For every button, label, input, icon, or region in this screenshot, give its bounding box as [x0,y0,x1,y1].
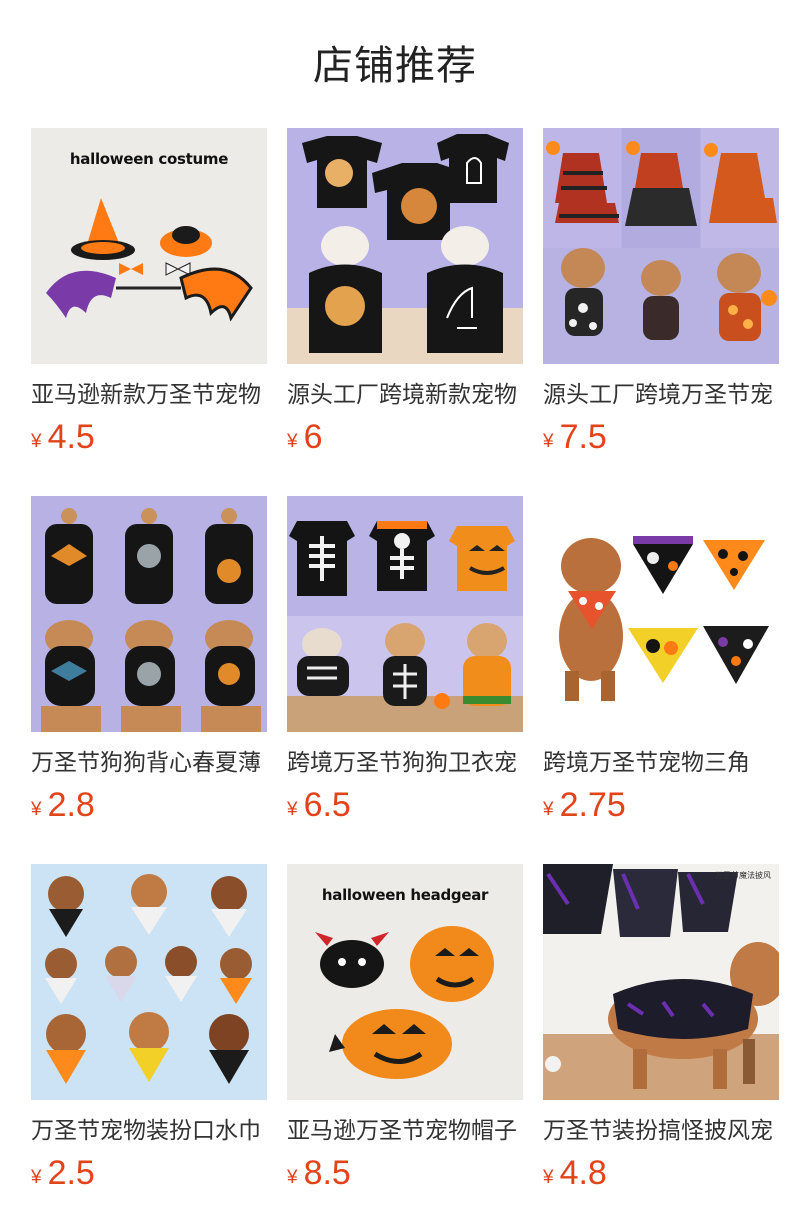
currency-symbol: ¥ [31,1167,42,1188]
dog-drool-bib-image [31,864,267,1100]
product-name[interactable]: 跨境万圣节宠物三角 [543,745,779,781]
currency-symbol: ¥ [31,799,42,820]
skeleton-dog-hoodie-image [287,496,523,732]
product-name[interactable]: 亚马逊新款万圣节宠物 [31,377,267,413]
product-card[interactable]: 源头工厂跨境新款宠物 ¥6 [287,128,523,457]
product-image[interactable] [543,128,779,364]
image-caption: halloween headgear [321,886,489,904]
product-name[interactable]: 万圣节装扮搞怪披风宠 [543,1113,779,1149]
product-image[interactable] [31,496,267,732]
price-value: 6 [303,418,323,456]
currency-symbol: ¥ [287,431,298,452]
product-card[interactable]: 源头工厂跨境万圣节宠 ¥7.5 [543,128,779,457]
product-price: ¥6 [287,417,523,457]
product-card[interactable]: 万圣节狗狗背心春夏薄 ¥2.8 [31,496,267,825]
product-image[interactable] [287,496,523,732]
product-card[interactable]: halloween headgear 亚马逊万圣节宠物帽子 ¥8.5 [287,864,523,1193]
currency-symbol: ¥ [543,431,554,452]
product-card[interactable]: 万圣节宠物装扮口水巾 ¥2.5 [31,864,267,1193]
product-card[interactable]: halloween costume 亚马逊新款万圣节宠物 ¥4.5 [31,128,267,457]
product-name[interactable]: 万圣节宠物装扮口水巾 [31,1113,267,1149]
price-value: 4.5 [47,418,95,456]
product-image[interactable] [287,128,523,364]
price-value: 4.8 [559,1154,607,1192]
product-name[interactable]: 万圣节狗狗背心春夏薄 [31,745,267,781]
product-name[interactable]: 源头工厂跨境万圣节宠 [543,377,779,413]
product-price: ¥4.8 [543,1153,779,1193]
pumpkin-dog-dress-image [543,128,779,364]
currency-symbol: ¥ [287,799,298,820]
product-price: ¥7.5 [543,417,779,457]
product-name[interactable]: 源头工厂跨境新款宠物 [287,377,523,413]
halloween-cape-image [543,864,779,1100]
product-image[interactable]: halloween costume [31,128,267,364]
product-card[interactable]: 跨境万圣节宠物三角 ¥2.75 [543,496,779,825]
currency-symbol: ¥ [287,1167,298,1188]
image-corner-text: 万圣节魔法披风 [715,871,771,880]
product-name[interactable]: 亚马逊万圣节宠物帽子 [287,1113,523,1149]
halloween-bandana-image [543,496,779,732]
product-image[interactable] [543,496,779,732]
product-price: ¥6.5 [287,785,523,825]
product-price: ¥2.75 [543,785,779,825]
product-image[interactable]: 万圣节魔法披风 [543,864,779,1100]
currency-symbol: ¥ [543,1167,554,1188]
product-price: ¥2.8 [31,785,267,825]
price-value: 6.5 [303,786,351,824]
product-price: ¥2.5 [31,1153,267,1193]
product-card[interactable]: 万圣节魔法披风 万圣节装扮搞怪披风宠 ¥4.8 [543,864,779,1193]
currency-symbol: ¥ [543,799,554,820]
image-caption: halloween costume [69,150,229,168]
product-price: ¥8.5 [287,1153,523,1193]
currency-symbol: ¥ [31,431,42,452]
product-image[interactable] [31,864,267,1100]
price-value: 2.8 [47,786,95,824]
product-grid: halloween costume 亚马逊新款万圣节宠物 ¥4.5 源头工厂跨境… [0,0,790,1232]
price-value: 8.5 [303,1154,351,1192]
black-cat-sweater-image [287,128,523,364]
product-name[interactable]: 跨境万圣节狗狗卫衣宠 [287,745,523,781]
price-value: 2.5 [47,1154,95,1192]
product-price: ¥4.5 [31,417,267,457]
price-value: 7.5 [559,418,607,456]
product-card[interactable]: 跨境万圣节狗狗卫衣宠 ¥6.5 [287,496,523,825]
halloween-dog-vest-image [31,496,267,732]
price-value: 2.75 [559,786,626,824]
product-image[interactable]: halloween headgear [287,864,523,1100]
